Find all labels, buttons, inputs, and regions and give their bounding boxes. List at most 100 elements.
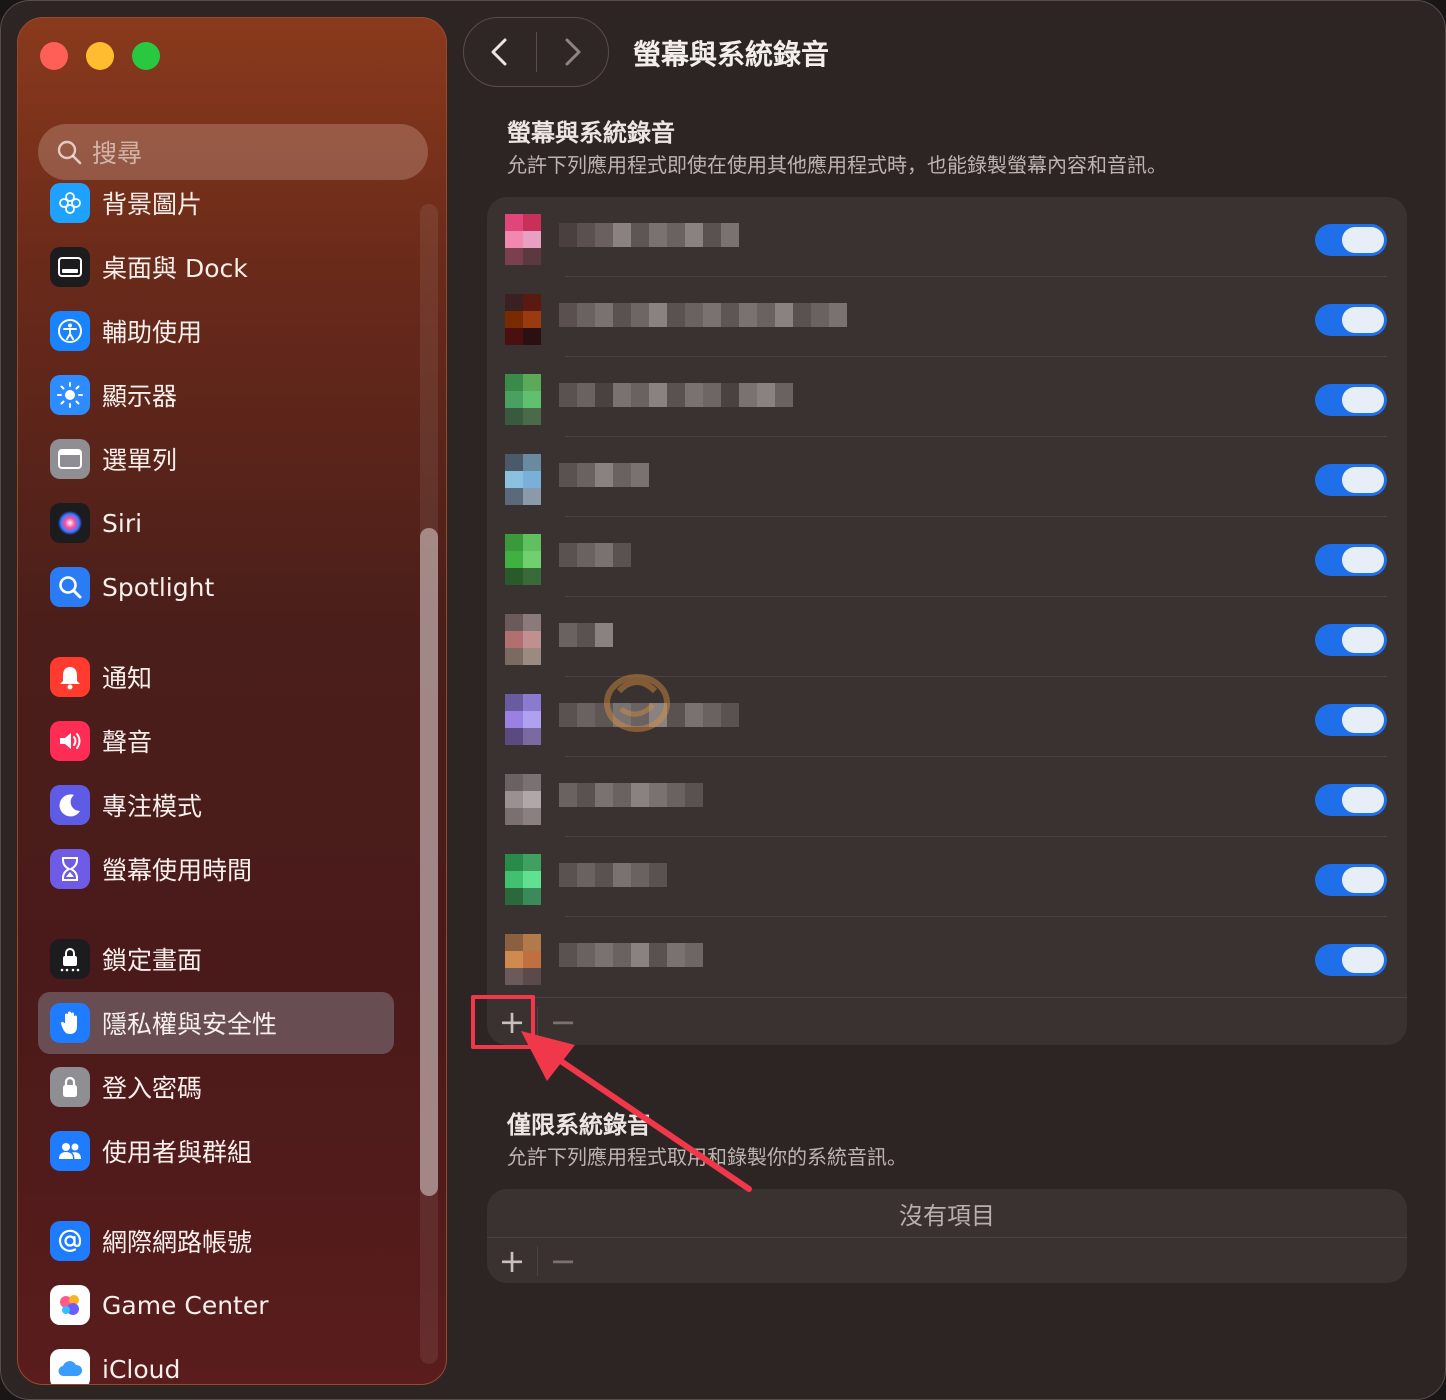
- sidebar-item-lock[interactable]: 登入密碼: [38, 1056, 394, 1118]
- pixel-block: [505, 311, 523, 328]
- lock-screen-icon-glyph: [60, 948, 80, 972]
- pixel-block: [505, 728, 523, 745]
- sidebar-item-at[interactable]: 網際網路帳號: [38, 1210, 394, 1272]
- sidebar-item-label: Siri: [102, 508, 143, 538]
- sidebar-item-spotlight[interactable]: Spotlight: [38, 556, 394, 618]
- speaker-icon: [50, 721, 90, 761]
- pixel-block: [649, 863, 667, 887]
- pixel-block: [631, 943, 649, 967]
- annotation-highlight-box: [471, 995, 535, 1049]
- pixel-block: [523, 694, 541, 711]
- at-icon-glyph: [58, 1229, 82, 1252]
- redacted-app-icon: [505, 774, 541, 825]
- pixel-block: [577, 703, 595, 727]
- accessibility-icon: [50, 311, 90, 351]
- back-button[interactable]: [464, 17, 536, 87]
- pixel-block: [523, 231, 541, 248]
- sidebar-item-label: Game Center: [102, 1290, 269, 1320]
- siri-icon-glyph: [58, 511, 82, 535]
- pixel-block: [505, 631, 523, 648]
- pixel-block: [613, 943, 631, 967]
- empty-list-label: 沒有項目: [899, 1201, 995, 1230]
- sidebar-item-siri[interactable]: Siri: [38, 492, 394, 554]
- pixel-block: [685, 703, 703, 727]
- app-permission-toggle[interactable]: [1315, 864, 1387, 896]
- sidebar-item-moon[interactable]: 專注模式: [38, 774, 394, 836]
- minimize-window-button[interactable]: [86, 42, 114, 70]
- remove-app-button[interactable]: −: [538, 998, 588, 1046]
- zoom-window-button[interactable]: [132, 42, 160, 70]
- game-center-icon-glyph: [60, 1295, 79, 1315]
- sidebar-item-game-center[interactable]: Game Center: [38, 1274, 394, 1336]
- pixel-block: [739, 383, 757, 407]
- pixel-block: [775, 383, 793, 407]
- sidebar-item-wallpaper[interactable]: 背景圖片: [38, 172, 394, 234]
- app-permission-toggle[interactable]: [1315, 384, 1387, 416]
- sidebar-item-label: 輔助使用: [102, 318, 203, 347]
- pixel-block: [721, 703, 739, 727]
- spotlight-icon-glyph: [59, 576, 82, 599]
- pixel-block: [595, 943, 613, 967]
- spotlight-icon: [50, 567, 90, 607]
- sidebar-item-bell[interactable]: 通知: [38, 646, 394, 708]
- app-permission-toggle[interactable]: [1315, 944, 1387, 976]
- lock-icon-glyph: [63, 1076, 77, 1097]
- sidebar-item-display[interactable]: 顯示器: [38, 364, 394, 426]
- pixel-block: [505, 454, 523, 471]
- pixel-block: [649, 223, 667, 247]
- pixel-block: [721, 303, 739, 327]
- pixel-block: [505, 534, 523, 551]
- app-permission-toggle[interactable]: [1315, 304, 1387, 336]
- app-permission-toggle[interactable]: [1315, 784, 1387, 816]
- remove-audio-app-button[interactable]: −: [538, 1237, 588, 1284]
- sidebar-item-icloud[interactable]: iCloud: [38, 1338, 394, 1384]
- sidebar-item-speaker[interactable]: 聲音: [38, 710, 394, 772]
- pixel-block: [577, 863, 595, 887]
- forward-button[interactable]: [537, 17, 609, 87]
- pixel-block: [667, 303, 685, 327]
- app-row: [487, 917, 1407, 997]
- app-permission-toggle[interactable]: [1315, 624, 1387, 656]
- display-icon: [50, 375, 90, 415]
- sidebar-item-lock-screen[interactable]: 鎖定畫面: [38, 928, 394, 990]
- pixel-block: [703, 703, 721, 727]
- sidebar-item-label: 鎖定畫面: [102, 946, 203, 975]
- pixel-block: [523, 534, 541, 551]
- pixel-block: [505, 328, 523, 345]
- close-window-button[interactable]: [40, 42, 68, 70]
- app-permission-toggle[interactable]: [1315, 544, 1387, 576]
- pixel-block: [523, 871, 541, 888]
- app-permission-toggle[interactable]: [1315, 704, 1387, 736]
- pixel-block: [559, 863, 577, 887]
- search-field[interactable]: 搜尋: [38, 124, 428, 180]
- pixel-block: [505, 774, 523, 791]
- sidebar-item-hand[interactable]: 隱私權與安全性: [38, 992, 394, 1054]
- app-row: [487, 357, 1407, 437]
- app-row: [487, 517, 1407, 597]
- app-permission-toggle[interactable]: [1315, 464, 1387, 496]
- redacted-app-icon: [505, 934, 541, 985]
- display-icon-glyph: [57, 382, 83, 408]
- redacted-app-icon: [505, 694, 541, 745]
- search-icon: [57, 140, 82, 165]
- pixel-block: [595, 783, 613, 807]
- sidebar-item-hourglass[interactable]: 螢幕使用時間: [38, 838, 394, 900]
- add-audio-app-button[interactable]: +: [487, 1237, 537, 1284]
- sidebar-scrollbar-thumb[interactable]: [420, 528, 438, 1196]
- chevron-right-icon: [565, 38, 581, 66]
- window-controls: [40, 42, 160, 70]
- accessibility-icon-glyph: [58, 319, 82, 343]
- pixel-block: [685, 943, 703, 967]
- sidebar-item-menubar[interactable]: 選單列: [38, 428, 394, 490]
- pixel-block: [577, 463, 595, 487]
- sidebar-item-users[interactable]: 使用者與群組: [38, 1120, 394, 1182]
- pixel-block: [505, 614, 523, 631]
- pixel-block: [631, 383, 649, 407]
- pixel-block: [505, 888, 523, 905]
- sidebar-item-accessibility[interactable]: 輔助使用: [38, 300, 394, 362]
- pixel-block: [523, 454, 541, 471]
- pixel-block: [631, 223, 649, 247]
- app-permission-toggle[interactable]: [1315, 224, 1387, 256]
- pixel-block: [505, 294, 523, 311]
- sidebar-item-dock[interactable]: 桌面與 Dock: [38, 236, 394, 298]
